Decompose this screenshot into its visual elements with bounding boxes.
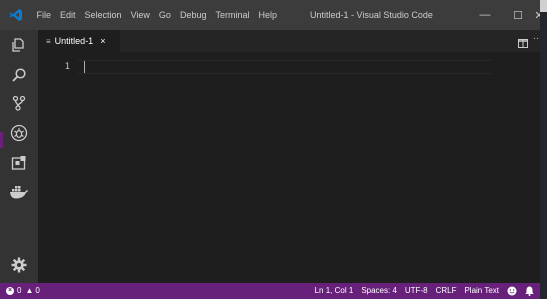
indentation[interactable]: Spaces: 4 (357, 283, 401, 299)
encoding[interactable]: UTF-8 (401, 283, 432, 299)
menu-bar: File Edit Selection View Go Debug Termin… (32, 0, 282, 30)
warning-icon: ▲ (25, 286, 34, 295)
debug-icon[interactable] (0, 118, 38, 148)
tab-label: Untitled-1 (54, 36, 94, 46)
cursor-position[interactable]: Ln 1, Col 1 (311, 283, 358, 299)
warning-count: 0 (35, 286, 40, 295)
menu-view[interactable]: View (126, 0, 154, 30)
menu-go[interactable]: Go (154, 0, 175, 30)
window-title: Untitled-1 - Visual Studio Code (310, 10, 433, 20)
settings-gear-icon[interactable] (0, 250, 38, 280)
menu-help[interactable]: Help (254, 0, 282, 30)
close-window-button[interactable]: ✕ (526, 0, 540, 30)
docker-icon[interactable] (0, 177, 38, 207)
vscode-logo-icon[interactable] (0, 0, 32, 30)
notifications-bell-icon[interactable] (521, 283, 538, 299)
feedback-smiley-icon[interactable] (503, 283, 521, 299)
status-right-items: Ln 1, Col 1 Spaces: 4 UTF-8 CRLF Plain T… (311, 283, 538, 299)
desktop-backdrop-strip (540, 12, 547, 299)
file-lines-icon: ≡ (46, 36, 51, 46)
language-mode[interactable]: Plain Text (460, 283, 503, 299)
error-count: 0 (17, 286, 22, 295)
editor-area[interactable] (38, 52, 540, 283)
status-bar: × 0 ▲ 0 Ln 1, Col 1 Spaces: 4 UTF-8 CRLF… (0, 283, 540, 299)
search-icon[interactable] (0, 60, 38, 90)
end-of-line[interactable]: CRLF (432, 283, 461, 299)
menu-debug[interactable]: Debug (175, 0, 211, 30)
title-bar: File Edit Selection View Go Debug Termin… (0, 0, 540, 30)
menu-file[interactable]: File (32, 0, 56, 30)
current-line-highlight (78, 60, 492, 74)
activity-bar (0, 30, 38, 283)
status-problems[interactable]: × 0 ▲ 0 (6, 283, 40, 299)
explorer-icon[interactable] (0, 30, 38, 60)
extensions-icon[interactable] (0, 148, 38, 178)
menu-edit[interactable]: Edit (56, 0, 81, 30)
vscode-window: File Edit Selection View Go Debug Termin… (0, 0, 540, 299)
split-editor-icon[interactable] (518, 35, 528, 53)
source-control-icon[interactable] (0, 88, 38, 118)
error-icon: × (6, 287, 14, 295)
tab-untitled-1[interactable]: ≡ Untitled-1 × (38, 30, 120, 52)
menu-selection[interactable]: Selection (80, 0, 126, 30)
text-cursor (84, 61, 85, 73)
line-number: 1 (64, 62, 70, 72)
tab-close-button[interactable]: × (100, 36, 105, 46)
menu-terminal[interactable]: Terminal (211, 0, 254, 30)
more-actions-button[interactable]: ··· (533, 33, 540, 43)
minimize-button[interactable]: — (467, 0, 503, 30)
